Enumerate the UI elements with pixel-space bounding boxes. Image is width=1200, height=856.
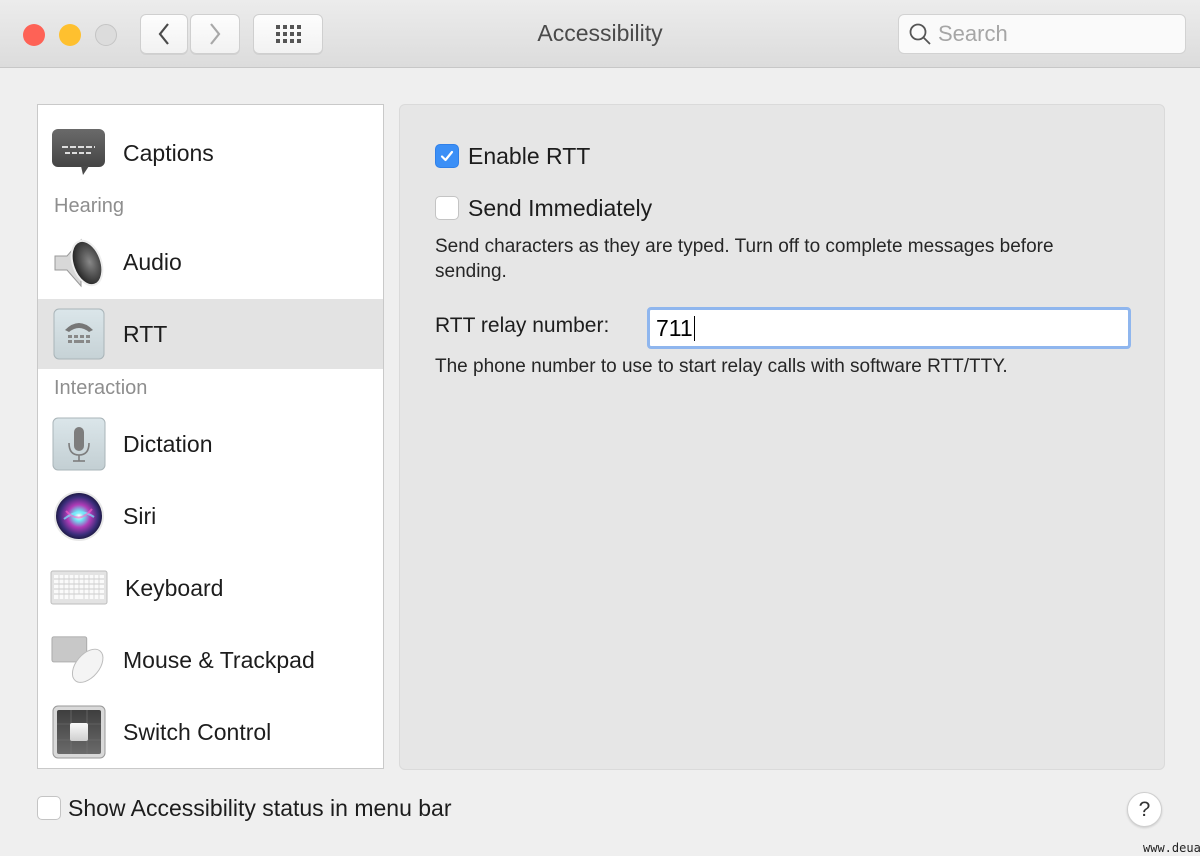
watermark: www.deuaq.com <box>1143 841 1200 855</box>
show-status-checkbox[interactable] <box>37 796 61 820</box>
help-icon: ? <box>1138 797 1151 821</box>
sidebar-list[interactable]: Captions Hearing Audio RTT Interaction D… <box>37 104 384 769</box>
sidebar-item-mouse-trackpad[interactable]: Mouse & Trackpad <box>38 625 383 695</box>
rtt-settings-panel: Enable RTT Send Immediately Send charact… <box>399 104 1165 770</box>
keyboard-icon <box>49 560 109 616</box>
sidebar-item-label: RTT <box>123 320 168 347</box>
sidebar-item-label: Captions <box>123 139 214 166</box>
relay-number-description: The phone number to use to start relay c… <box>435 356 1008 377</box>
enable-rtt-label: Enable RTT <box>468 143 591 169</box>
search-field[interactable]: Search <box>898 14 1186 54</box>
sidebar-item-keyboard[interactable]: Keyboard <box>38 553 383 623</box>
sidebar-item-label: Mouse & Trackpad <box>123 646 315 673</box>
captions-icon <box>51 125 107 181</box>
sidebar-item-label: Dictation <box>123 430 213 457</box>
sidebar-item-label: Siri <box>123 502 157 529</box>
sidebar-item-rtt[interactable]: RTT <box>38 299 383 369</box>
sidebar-item-label: Keyboard <box>125 574 224 601</box>
help-button[interactable]: ? <box>1127 792 1162 827</box>
tty-phone-icon <box>51 306 107 362</box>
relay-number-label: RTT relay number: <box>435 314 610 337</box>
preferences-window: Accessibility Search Captions Hearing Au… <box>0 0 1200 856</box>
relay-number-input[interactable]: 711 <box>647 307 1131 349</box>
search-placeholder: Search <box>938 21 1008 46</box>
sidebar-item-audio[interactable]: Audio <box>38 227 383 297</box>
title-bar: Accessibility Search <box>0 0 1200 68</box>
show-status-label: Show Accessibility status in menu bar <box>68 795 452 821</box>
mouse-trackpad-icon <box>51 632 107 688</box>
enable-rtt-checkbox[interactable] <box>435 144 459 168</box>
sidebar-item-label: Switch Control <box>123 718 272 745</box>
send-immediately-label: Send Immediately <box>468 195 653 221</box>
send-immediately-description: Send characters as they are typed. Turn … <box>435 236 1054 282</box>
sidebar-item-label: Audio <box>123 248 182 275</box>
sidebar-item-dictation[interactable]: Dictation <box>38 409 383 479</box>
microphone-icon <box>51 416 107 472</box>
search-icon <box>909 23 931 45</box>
sidebar-item-captions[interactable]: Captions <box>38 118 383 188</box>
siri-icon <box>51 488 107 544</box>
sidebar-item-switch-control[interactable]: Switch Control <box>38 697 383 767</box>
relay-number-value: 711 <box>656 314 693 341</box>
speaker-icon <box>51 234 107 290</box>
section-header-interaction: Interaction <box>54 377 148 399</box>
send-immediately-checkbox[interactable] <box>435 196 459 220</box>
section-header-hearing: Hearing <box>54 195 125 217</box>
switch-control-icon <box>51 704 107 760</box>
checkmark-icon <box>440 150 454 162</box>
text-caret <box>693 315 696 341</box>
sidebar-item-siri[interactable]: Siri <box>38 481 383 551</box>
